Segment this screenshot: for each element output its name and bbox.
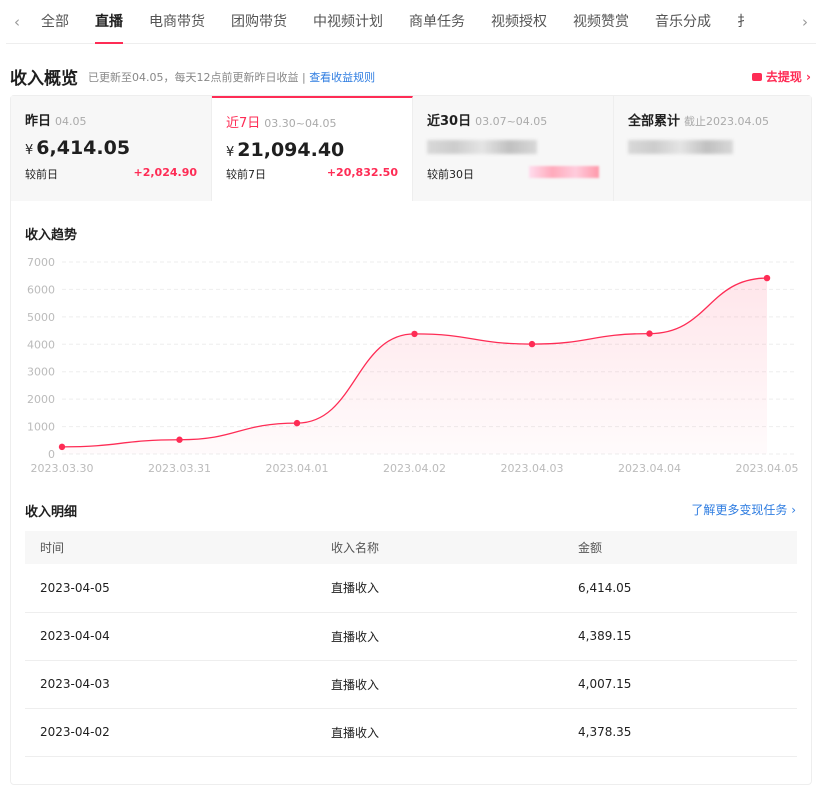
table-row: 2023-04-03 直播收入 4,007.15	[25, 660, 797, 709]
cell-amount: 4,007.15	[578, 660, 797, 709]
cell-time: 2023-04-05	[25, 564, 331, 613]
y-tick-label: 2000	[27, 393, 55, 406]
cell-amount: 4,389.15	[578, 612, 797, 661]
detail-title: 收入明细	[25, 505, 78, 520]
x-tick-label: 2023.04.04	[618, 462, 681, 475]
income-table: 时间 收入名称 金额 2023-04-05 直播收入 6,414.05 2023-04…	[25, 531, 797, 757]
y-tick-label: 5000	[27, 311, 55, 324]
data-point	[528, 340, 536, 348]
cell-name: 直播收入	[331, 660, 578, 709]
x-tick-label: 2023.04.05	[736, 462, 799, 475]
x-tick-label: 2023.04.03	[501, 462, 564, 475]
cell-amount: 6,414.05	[578, 564, 797, 613]
data-point	[293, 419, 301, 427]
x-tick-label: 2023.04.02	[383, 462, 446, 475]
x-tick-label: 2023.03.31	[148, 462, 211, 475]
data-point	[58, 443, 66, 451]
data-point	[763, 274, 771, 282]
y-tick-label: 1000	[27, 421, 55, 434]
x-tick-label: 2023.04.01	[266, 462, 329, 475]
data-point	[646, 330, 653, 337]
data-point	[176, 436, 183, 443]
cell-name: 直播收入	[331, 612, 578, 661]
data-point	[411, 330, 418, 338]
col-name: 收入名称	[331, 531, 578, 564]
y-tick-label: 3000	[27, 366, 55, 379]
cell-name: 直播收入	[331, 708, 578, 757]
trend-chart: 0 1000 2000 3000 4000 5000 6000 7000 2023.03.30 2…	[27, 256, 799, 475]
x-tick-label: 2023.03.30	[31, 462, 94, 475]
table-row: 2023-04-04 直播收入 4,389.15	[25, 612, 797, 661]
cell-time: 2023-04-02	[25, 708, 331, 757]
cell-time: 2023-04-04	[25, 612, 331, 661]
y-tick-label: 4000	[27, 338, 55, 351]
cell-time: 2023-04-03	[25, 660, 331, 709]
y-tick-label: 6000	[27, 283, 55, 296]
cell-amount: 4,378.35	[578, 708, 797, 757]
table-row: 2023-04-02 直播收入 4,378.35	[25, 708, 797, 757]
y-tick-label: 7000	[27, 256, 55, 269]
area-fill	[62, 278, 767, 454]
col-time: 时间	[25, 531, 331, 564]
more-tasks-link[interactable]: 了解更多变现任务 ›	[691, 501, 796, 518]
y-tick-label: 0	[48, 448, 55, 461]
col-amount: 金额	[578, 531, 797, 564]
cell-name: 直播收入	[331, 564, 578, 613]
table-row: 2023-04-05 直播收入 6,414.05	[25, 564, 797, 613]
